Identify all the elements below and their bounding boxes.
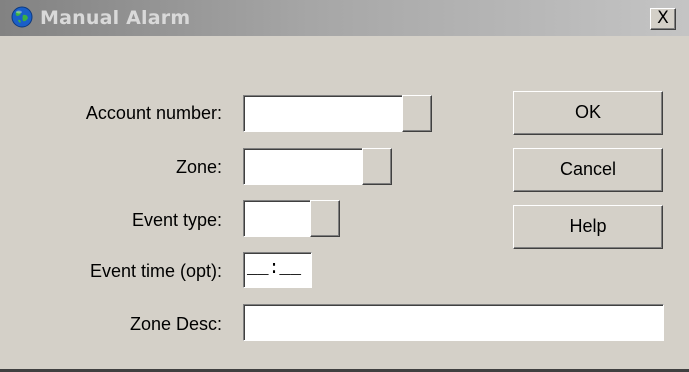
title-bar[interactable]: Manual Alarm X — [0, 0, 689, 36]
event-type-field[interactable] — [243, 200, 313, 237]
help-button[interactable]: Help — [513, 205, 663, 249]
zone-field[interactable] — [243, 148, 365, 185]
close-button[interactable]: X — [650, 8, 676, 30]
event-type-label: Event type: — [131, 210, 222, 230]
event-time-label: Event time (opt): — [89, 261, 222, 281]
zone-label: Zone: — [175, 157, 222, 177]
window-title: Manual Alarm — [40, 7, 191, 29]
zone-lookup-button[interactable] — [362, 148, 392, 185]
event-time-field[interactable]: __:__ — [243, 252, 312, 288]
cancel-button[interactable]: Cancel — [513, 148, 663, 192]
manual-alarm-dialog: Manual Alarm X Account number: Zone: Eve… — [0, 0, 689, 372]
account-number-label: Account number: — [85, 103, 222, 123]
account-number-field[interactable] — [243, 95, 405, 132]
close-icon: X — [657, 8, 669, 28]
globe-icon — [11, 6, 33, 28]
zone-desc-label: Zone Desc: — [129, 314, 222, 334]
ok-button[interactable]: OK — [513, 91, 663, 135]
account-number-lookup-button[interactable] — [402, 95, 432, 132]
zone-desc-field[interactable] — [243, 304, 664, 341]
event-type-lookup-button[interactable] — [310, 200, 340, 237]
